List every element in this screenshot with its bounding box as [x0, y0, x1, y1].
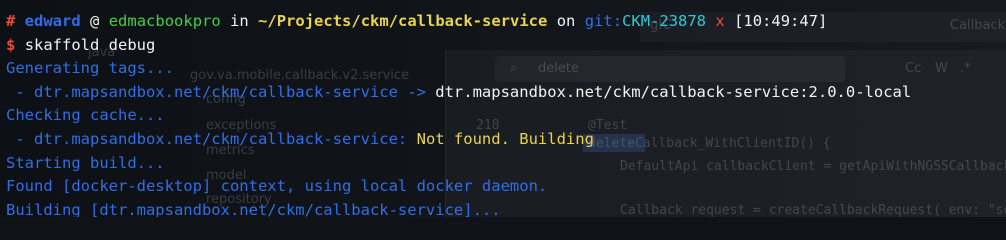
- prompt-time: [10:49:47]: [734, 12, 828, 30]
- prompt-line: # edward @ edmacbookpro in ~/Projects/ck…: [6, 10, 911, 34]
- prompt-in: in: [230, 12, 249, 30]
- prompt-on: on: [556, 12, 576, 30]
- command-line: $ skaffold debug: [6, 34, 911, 58]
- prompt-host: edmacbookpro: [108, 12, 221, 30]
- output-image-name: - dtr.mapsandbox.net/ckm/callback-servic…: [6, 82, 436, 101]
- prompt-hash-icon: #: [6, 12, 25, 30]
- command-symbol: $: [6, 35, 16, 54]
- prompt-path: ~/Projects/ckm/callback-service: [258, 12, 548, 30]
- output-line: Building [dtr.mapsandbox.net/ckm/callbac…: [6, 200, 501, 217]
- output-line: - dtr.mapsandbox.net/ckm/callback-servic…: [6, 128, 911, 152]
- output-line: Generating tags...: [6, 59, 174, 78]
- ghost-search-option-regex: .*: [960, 61, 971, 76]
- output-line: Checking cache...: [6, 106, 165, 125]
- output-line: Starting build...: [6, 153, 165, 172]
- prompt-user: edward: [24, 12, 81, 30]
- terminal-window[interactable]: CallbackS gIC ⌕ delete Cc W .* java gov.…: [0, 0, 1006, 217]
- output-line: Found [docker-desktop] context, using lo…: [6, 177, 548, 196]
- command-text: skaffold debug: [24, 35, 156, 54]
- prompt-dirty-mark: x: [715, 12, 725, 30]
- terminal-output[interactable]: # edward @ edmacbookpro in ~/Projects/ck…: [6, 10, 911, 217]
- output-line: - dtr.mapsandbox.net/ckm/callback-servic…: [6, 81, 911, 105]
- ghost-search-option-word: W: [935, 61, 948, 76]
- output-image-name: - dtr.mapsandbox.net/ckm/callback-servic…: [6, 129, 417, 148]
- prompt-branch: CKM-23878: [622, 12, 707, 30]
- ghost-tab-label: CallbackS: [950, 18, 1006, 33]
- output-cache-status: Not found. Building: [416, 129, 594, 148]
- output-image-tag: dtr.mapsandbox.net/ckm/callback-service:…: [435, 82, 912, 101]
- prompt-at: @: [90, 12, 100, 30]
- prompt-git-prefix: git:: [584, 12, 623, 30]
